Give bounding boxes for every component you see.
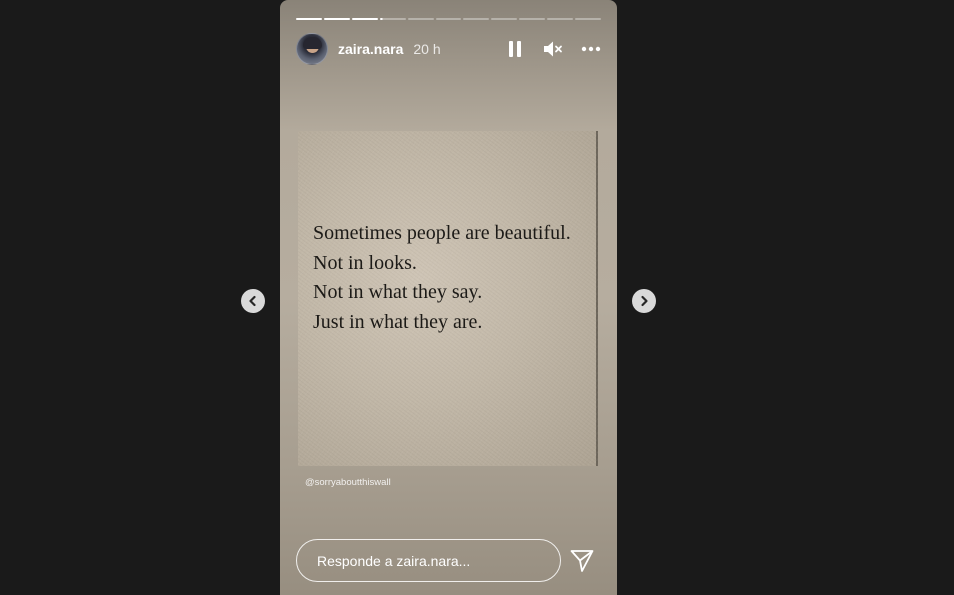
progress-segment — [575, 18, 601, 20]
quote-line: Not in looks. — [313, 251, 417, 274]
pause-button[interactable] — [505, 39, 525, 59]
progress-segment — [463, 18, 490, 20]
story-header: zaira.nara 20 h — [296, 32, 601, 66]
story-viewer: zaira.nara 20 h Sometimes people are bea… — [0, 0, 954, 595]
previous-story-button[interactable] — [241, 289, 265, 313]
post-time: 20 h — [413, 41, 441, 57]
chevron-right-icon — [641, 295, 648, 307]
quote-line: Sometimes people are beautiful. — [313, 222, 571, 244]
next-story-button[interactable] — [632, 289, 656, 313]
progress-segment — [379, 18, 406, 20]
avatar[interactable] — [296, 33, 328, 65]
progress-segment — [435, 18, 462, 20]
progress-segment — [351, 18, 378, 20]
progress-segment — [323, 18, 350, 20]
paper-plane-icon — [570, 550, 594, 572]
quote-line: Just in what they are. — [313, 310, 483, 333]
username[interactable]: zaira.nara — [338, 41, 403, 57]
more-horizontal-icon — [581, 46, 601, 52]
progress-segment — [519, 18, 546, 20]
image-credit[interactable]: @sorryaboutthiswall — [305, 477, 391, 488]
pause-icon — [509, 41, 521, 57]
reply-input[interactable]: Responde a zaira.nara... — [296, 539, 561, 582]
story-image: Sometimes people are beautiful. Not in l… — [298, 131, 598, 466]
more-options-button[interactable] — [581, 39, 601, 59]
story-progress-bar — [296, 18, 601, 20]
story-card[interactable]: zaira.nara 20 h Sometimes people are bea… — [280, 0, 617, 595]
speaker-muted-icon — [544, 41, 562, 57]
send-button[interactable] — [569, 548, 595, 574]
quote-text: Sometimes people are beautiful. Not in l… — [313, 219, 571, 337]
chevron-left-icon — [249, 295, 256, 307]
progress-segment — [296, 18, 322, 20]
quote-line: Not in what they say. — [313, 281, 483, 303]
progress-segment — [407, 18, 434, 20]
progress-segment — [491, 18, 518, 20]
mute-button[interactable] — [543, 39, 563, 59]
story-controls — [505, 39, 601, 59]
progress-segment — [547, 18, 574, 20]
